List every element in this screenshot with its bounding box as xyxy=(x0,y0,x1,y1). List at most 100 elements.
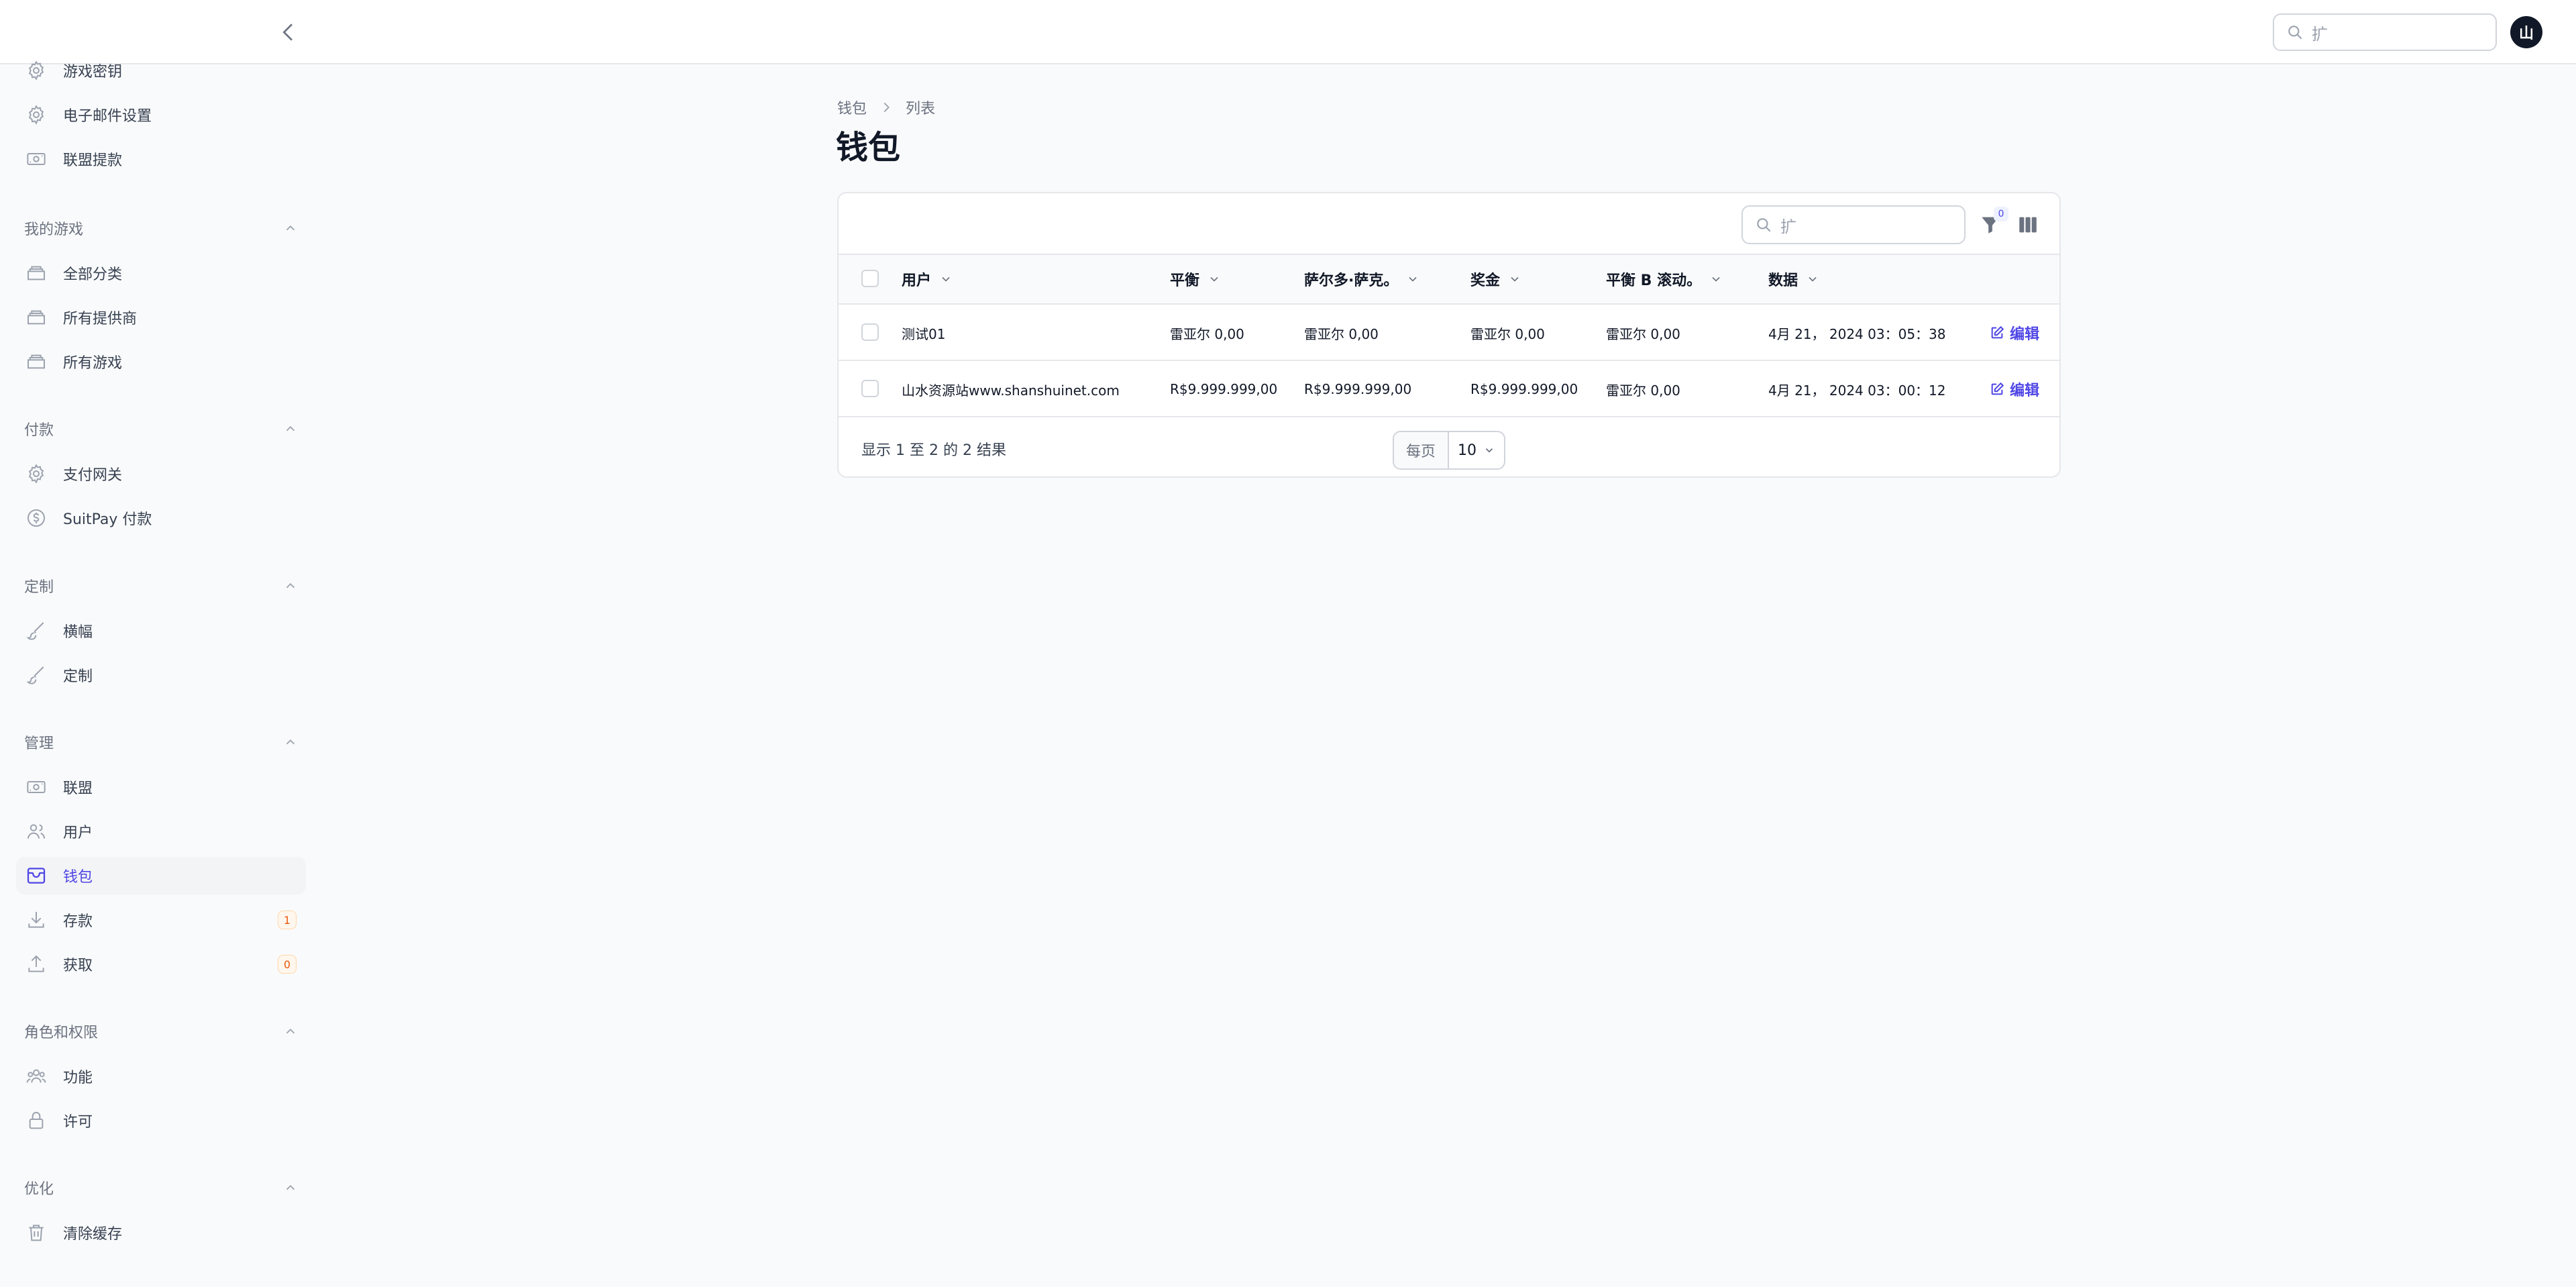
sidebar-item-label: 用户 xyxy=(63,825,93,841)
avatar[interactable]: 山 xyxy=(2510,16,2542,48)
sidebar-item-suitpay[interactable]: SuitPay 付款 xyxy=(16,499,306,537)
edit-icon xyxy=(1991,325,2004,339)
pagination-summary: 显示 1 至 2 的 2 结果 xyxy=(861,442,1006,459)
sidebar-item-clear-cache[interactable]: 清除缓存 xyxy=(16,1214,306,1251)
sidebar-item-email-settings[interactable]: 电子邮件设置 xyxy=(16,96,306,134)
select-all-checkbox[interactable] xyxy=(861,270,879,287)
table-row: 测试01 雷亚尔 0,00 雷亚尔 0,00 雷亚尔 0,00 雷亚尔 0,00… xyxy=(839,305,2059,361)
column-header-rollover[interactable]: 平衡 B 滚动。 xyxy=(1606,255,1723,303)
chevron-down-icon xyxy=(942,276,950,282)
cash-icon xyxy=(27,153,46,165)
sidebar-group-label: 定制 xyxy=(24,579,54,596)
column-header-saldo[interactable]: 萨尔多·萨克。 xyxy=(1304,255,1419,303)
sidebar-item-affiliates[interactable]: 联盟 xyxy=(16,768,306,806)
table-toolbar: 扩 0 xyxy=(839,193,2059,254)
table-search-placeholder: 扩 xyxy=(1780,217,1796,236)
chevron-down-icon xyxy=(1409,276,1417,282)
sidebar-item-label: 游戏密钥 xyxy=(63,64,123,81)
chevron-up-icon xyxy=(286,1184,295,1190)
chevron-right-icon xyxy=(883,102,890,113)
sidebar-item-users[interactable]: 用户 xyxy=(16,813,306,850)
brush-icon xyxy=(26,622,44,640)
sidebar-item-wallet[interactable]: 钱包 xyxy=(16,857,306,894)
edit-label: 编辑 xyxy=(2010,326,2040,343)
search-icon xyxy=(1757,218,1771,232)
column-header-user[interactable]: 用户 xyxy=(902,255,953,303)
chevron-up-icon xyxy=(286,425,295,431)
columns-icon xyxy=(2019,217,2037,233)
cell-bonus: 雷亚尔 0,00 xyxy=(1470,325,1545,342)
global-search-input[interactable]: 扩 xyxy=(2273,13,2497,51)
sidebar-item-custom[interactable]: 定制 xyxy=(16,656,306,694)
sidebar-group-label: 角色和权限 xyxy=(24,1025,99,1041)
sidebar-group-roles[interactable]: 角色和权限 xyxy=(24,1018,298,1045)
sidebar-item-all-categories[interactable]: 全部分类 xyxy=(16,254,306,292)
collapse-sidebar-button[interactable] xyxy=(275,19,302,46)
sidebar-group-customize[interactable]: 定制 xyxy=(24,572,298,599)
per-page-select[interactable]: 10 xyxy=(1449,432,1504,468)
sidebar-item-label: 联盟 xyxy=(63,780,93,797)
cash-icon xyxy=(27,781,46,793)
sidebar-group-label: 付款 xyxy=(24,422,54,439)
table-footer: 显示 1 至 2 的 2 结果 每页 10 xyxy=(839,419,2059,476)
breadcrumb: 钱包 列表 xyxy=(837,97,935,118)
sidebar-group-management[interactable]: 管理 xyxy=(24,729,298,756)
sidebar-item-roles[interactable]: 功能 xyxy=(16,1058,306,1095)
cell-date: 4月 21， 2024 03：05：38 xyxy=(1768,325,1946,342)
sidebar-group-label: 优化 xyxy=(24,1181,54,1198)
sidebar-item-banners[interactable]: 横幅 xyxy=(16,612,306,650)
edit-button[interactable]: 编辑 xyxy=(1990,361,2039,417)
cell-user: 测试01 xyxy=(902,325,946,342)
cell-rollover: 雷亚尔 0,00 xyxy=(1606,325,1680,342)
per-page-label: 每页 xyxy=(1394,432,1449,468)
lock-icon xyxy=(29,1112,44,1129)
breadcrumb-list: 列表 xyxy=(906,101,936,117)
gear-icon xyxy=(28,60,44,81)
column-header-label: 平衡 xyxy=(1170,272,1200,289)
brush-icon xyxy=(26,666,44,684)
sidebar-group-payments[interactable]: 付款 xyxy=(24,415,298,442)
sidebar-group-optimize[interactable]: 优化 xyxy=(24,1174,298,1201)
sidebar-group-my-games[interactable]: 我的游戏 xyxy=(24,215,298,242)
row-checkbox[interactable] xyxy=(861,323,879,341)
gear-icon xyxy=(28,464,44,484)
sidebar-item-game-keys[interactable]: 游戏密钥 xyxy=(16,52,306,89)
column-header-balance[interactable]: 平衡 xyxy=(1170,255,1221,303)
edit-icon xyxy=(1991,382,2004,395)
chevron-down-icon xyxy=(1511,276,1519,282)
sidebar-item-deposits[interactable]: 存款 1 xyxy=(16,901,306,939)
sidebar-item-withdrawals[interactable]: 获取 0 xyxy=(16,945,306,983)
sidebar-item-label: 支付网关 xyxy=(63,467,123,484)
search-icon xyxy=(2288,25,2302,40)
column-header-bonus[interactable]: 奖金 xyxy=(1470,255,1521,303)
user-group-icon xyxy=(26,1069,46,1083)
sidebar-item-all-games[interactable]: 所有游戏 xyxy=(16,343,306,380)
edit-button[interactable]: 编辑 xyxy=(1990,305,2039,361)
column-header-label: 萨尔多·萨克。 xyxy=(1304,272,1399,289)
sidebar-item-payment-gateway[interactable]: 支付网关 xyxy=(16,455,306,493)
sidebar-item-label: 功能 xyxy=(63,1070,93,1086)
chevron-up-icon xyxy=(286,1028,295,1034)
sidebar-nav: 游戏密钥 电子邮件设置 联盟提款 我的游戏 全部分类 所有提供商 所有游戏 付款… xyxy=(0,60,315,1287)
toggle-columns-button[interactable] xyxy=(2017,213,2039,236)
column-header-label: 平衡 B 滚动。 xyxy=(1606,272,1702,289)
sidebar-item-permissions[interactable]: 许可 xyxy=(16,1102,306,1139)
table-row: 山水资源站www.shanshuinet.com R$9.999.999,00 … xyxy=(839,361,2059,417)
folder-icon xyxy=(28,266,45,280)
chevron-up-icon xyxy=(286,739,295,745)
chevron-down-icon xyxy=(1485,448,1493,453)
breadcrumb-wallet-link[interactable]: 钱包 xyxy=(837,97,867,118)
sidebar-item-label: 获取 xyxy=(63,958,93,974)
chevron-down-icon xyxy=(1210,276,1218,282)
edit-label: 编辑 xyxy=(2010,382,2040,399)
upload-icon xyxy=(28,955,44,972)
folder-icon xyxy=(28,354,45,369)
sidebar-item-affiliate-withdrawals[interactable]: 联盟提款 xyxy=(16,140,306,178)
table-search-input[interactable]: 扩 xyxy=(1741,205,1966,244)
avatar-initial: 山 xyxy=(2518,25,2534,42)
column-header-date[interactable]: 数据 xyxy=(1768,255,1819,303)
sidebar-item-all-providers[interactable]: 所有提供商 xyxy=(16,299,306,336)
row-checkbox[interactable] xyxy=(861,380,879,397)
sidebar-item-label: 所有游戏 xyxy=(63,355,123,372)
wallet-icon xyxy=(27,868,46,884)
